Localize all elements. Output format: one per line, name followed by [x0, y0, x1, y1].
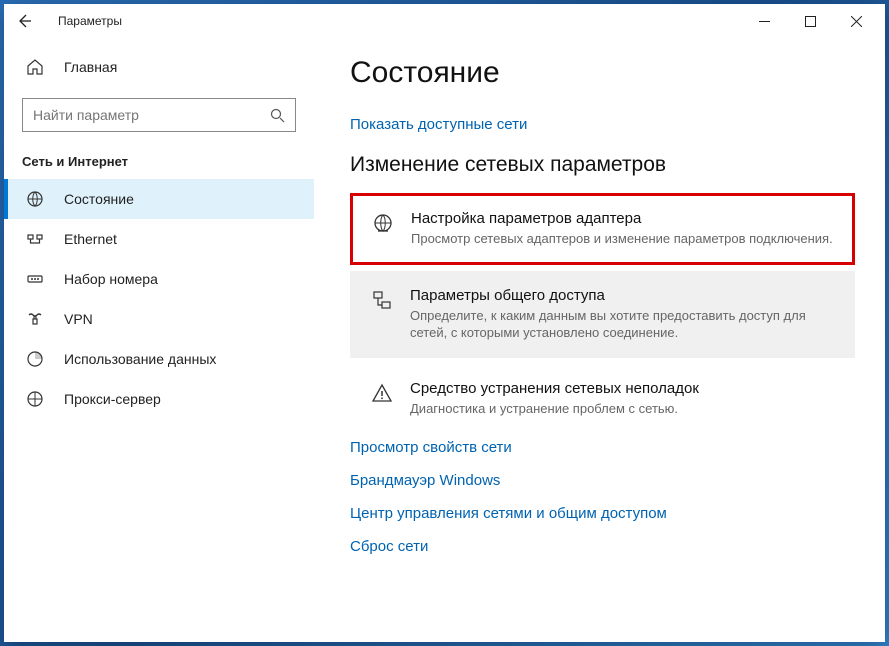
- option-title: Настройка параметров адаптера: [411, 210, 836, 227]
- option-body: Средство устранения сетевых неполадок Ди…: [410, 380, 837, 418]
- link-firewall[interactable]: Брандмауэр Windows: [350, 472, 855, 489]
- content-area: Главная Сеть и Интернет Состояние Et: [4, 38, 885, 642]
- back-button[interactable]: [16, 13, 44, 29]
- option-desc: Диагностика и устранение проблем с сетью…: [410, 400, 837, 418]
- sidebar-item-label: Набор номера: [64, 271, 158, 287]
- search-input[interactable]: [33, 107, 270, 123]
- sidebar-item-status[interactable]: Состояние: [4, 179, 314, 219]
- arrow-left-icon: [16, 13, 32, 29]
- sidebar-item-label: Прокси-сервер: [64, 391, 161, 407]
- page-title: Состояние: [350, 56, 855, 90]
- option-sharing-settings[interactable]: Параметры общего доступа Определите, к к…: [350, 271, 855, 358]
- close-icon: [851, 16, 862, 27]
- sidebar: Главная Сеть и Интернет Состояние Et: [4, 38, 314, 642]
- option-title: Средство устранения сетевых неполадок: [410, 380, 837, 397]
- option-adapter-settings[interactable]: Настройка параметров адаптера Просмотр с…: [350, 193, 855, 265]
- maximize-button[interactable]: [787, 5, 833, 37]
- home-icon: [26, 58, 48, 76]
- sharing-icon: [368, 289, 396, 311]
- sidebar-item-data-usage[interactable]: Использование данных: [4, 339, 314, 379]
- option-title: Параметры общего доступа: [410, 287, 837, 304]
- settings-window: Параметры Главная Сет: [4, 4, 885, 642]
- search-icon: [270, 108, 285, 123]
- sidebar-item-ethernet[interactable]: Ethernet: [4, 219, 314, 259]
- minimize-icon: [759, 16, 770, 27]
- option-body: Параметры общего доступа Определите, к к…: [410, 287, 837, 342]
- home-nav[interactable]: Главная: [4, 48, 314, 86]
- maximize-icon: [805, 16, 816, 27]
- option-desc: Определите, к каким данным вы хотите пре…: [410, 307, 837, 342]
- sidebar-item-dialup[interactable]: Набор номера: [4, 259, 314, 299]
- warning-icon: [368, 382, 396, 404]
- sidebar-item-proxy[interactable]: Прокси-сервер: [4, 379, 314, 419]
- subhead-change-network: Изменение сетевых параметров: [350, 153, 855, 177]
- vpn-icon: [26, 310, 48, 328]
- option-troubleshoot[interactable]: Средство устранения сетевых неполадок Ди…: [350, 364, 855, 434]
- titlebar: Параметры: [4, 4, 885, 38]
- sidebar-item-label: VPN: [64, 311, 93, 327]
- window-title: Параметры: [58, 14, 122, 28]
- adapter-icon: [369, 212, 397, 234]
- sidebar-item-vpn[interactable]: VPN: [4, 299, 314, 339]
- links-list: Просмотр свойств сети Брандмауэр Windows…: [350, 439, 855, 555]
- option-body: Настройка параметров адаптера Просмотр с…: [411, 210, 836, 248]
- proxy-icon: [26, 390, 48, 408]
- sidebar-item-label: Ethernet: [64, 231, 117, 247]
- sidebar-item-label: Состояние: [64, 191, 134, 207]
- link-network-center[interactable]: Центр управления сетями и общим доступом: [350, 505, 855, 522]
- link-network-properties[interactable]: Просмотр свойств сети: [350, 439, 855, 456]
- ethernet-icon: [26, 230, 48, 248]
- home-label: Главная: [64, 59, 117, 75]
- dialup-icon: [26, 270, 48, 288]
- data-usage-icon: [26, 350, 48, 368]
- option-desc: Просмотр сетевых адаптеров и изменение п…: [411, 230, 836, 248]
- search-box[interactable]: [22, 98, 296, 132]
- sidebar-section-title: Сеть и Интернет: [4, 150, 314, 179]
- link-network-reset[interactable]: Сброс сети: [350, 538, 855, 555]
- main-panel: Состояние Показать доступные сети Измене…: [314, 38, 885, 642]
- sidebar-item-label: Использование данных: [64, 351, 216, 367]
- link-show-networks[interactable]: Показать доступные сети: [350, 116, 855, 133]
- globe-icon: [26, 190, 48, 208]
- minimize-button[interactable]: [741, 5, 787, 37]
- close-button[interactable]: [833, 5, 879, 37]
